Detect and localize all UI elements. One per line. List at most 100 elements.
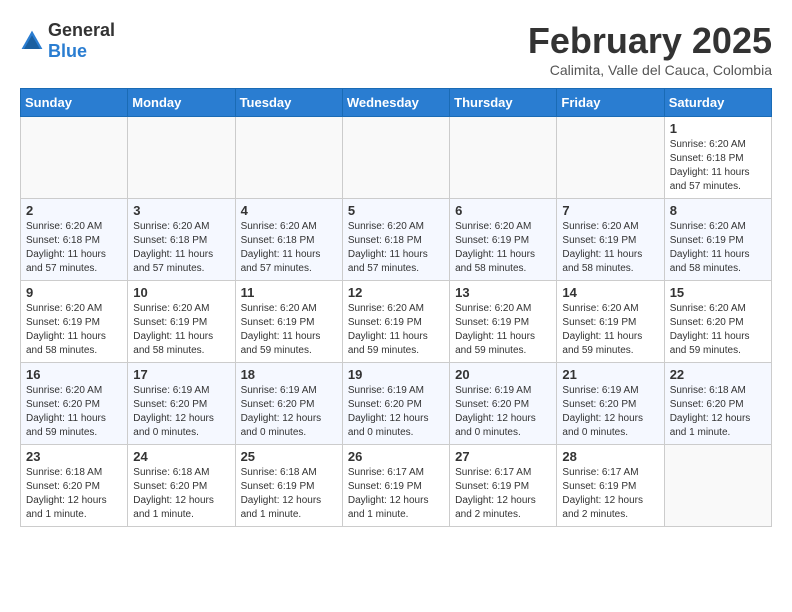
calendar-table: SundayMondayTuesdayWednesdayThursdayFrid… <box>20 88 772 527</box>
day-cell: 27 Sunrise: 6:17 AM Sunset: 6:19 PM Dayli… <box>450 445 557 527</box>
day-number: 8 <box>670 203 766 218</box>
day-cell: 2 Sunrise: 6:20 AM Sunset: 6:18 PM Daylig… <box>21 199 128 281</box>
day-number: 12 <box>348 285 444 300</box>
day-cell: 3Sunrise: 6:20 AM Sunset: 6:18 PM Daylig… <box>128 199 235 281</box>
day-info: Sunrise: 6:20 AM Sunset: 6:19 PM Dayligh… <box>455 220 551 276</box>
weekday-header-friday: Friday <box>557 89 664 117</box>
day-info: Sunrise: 6:18 AM Sunset: 6:20 PM Dayligh… <box>133 466 229 522</box>
logo: General Blue <box>20 20 115 62</box>
day-info: Sunrise: 6:20 AM Sunset: 6:18 PM Dayligh… <box>26 220 122 276</box>
day-number: 10 <box>133 285 229 300</box>
day-info: Sunrise: 6:17 AM Sunset: 6:19 PM Dayligh… <box>348 466 444 522</box>
day-info: Sunrise: 6:19 AM Sunset: 6:20 PM Dayligh… <box>348 384 444 440</box>
day-cell <box>450 117 557 199</box>
day-number: 5 <box>348 203 444 218</box>
day-info: Sunrise: 6:20 AM Sunset: 6:18 PM Dayligh… <box>670 138 766 194</box>
day-info: Sunrise: 6:19 AM Sunset: 6:20 PM Dayligh… <box>241 384 337 440</box>
day-cell: 17 Sunrise: 6:19 AM Sunset: 6:20 PM Dayli… <box>128 363 235 445</box>
day-number: 19 <box>348 367 444 382</box>
day-number: 16 <box>26 367 122 382</box>
day-cell: 5 Sunrise: 6:20 AM Sunset: 6:18 PM Daylig… <box>342 199 449 281</box>
day-number: 23 <box>26 449 122 464</box>
weekday-header-sunday: Sunday <box>21 89 128 117</box>
day-number: 24 <box>133 449 229 464</box>
day-cell: 11 Sunrise: 6:20 AM Sunset: 6:19 PM Dayli… <box>235 281 342 363</box>
day-cell <box>664 445 771 527</box>
day-info: Sunrise: 6:18 AM Sunset: 6:20 PM Dayligh… <box>26 466 122 522</box>
logo-text: General Blue <box>48 20 115 62</box>
day-info: Sunrise: 6:18 AM Sunset: 6:20 PM Dayligh… <box>670 384 766 440</box>
day-cell: 13Sunrise: 6:20 AM Sunset: 6:19 PM Dayli… <box>450 281 557 363</box>
day-info: Sunrise: 6:17 AM Sunset: 6:19 PM Dayligh… <box>562 466 658 522</box>
location-subtitle: Calimita, Valle del Cauca, Colombia <box>528 62 772 78</box>
day-number: 17 <box>133 367 229 382</box>
day-cell: 25 Sunrise: 6:18 AM Sunset: 6:19 PM Dayli… <box>235 445 342 527</box>
week-row-1: 1Sunrise: 6:20 AM Sunset: 6:18 PM Daylig… <box>21 117 772 199</box>
day-number: 4 <box>241 203 337 218</box>
day-number: 13 <box>455 285 551 300</box>
weekday-header-row: SundayMondayTuesdayWednesdayThursdayFrid… <box>21 89 772 117</box>
weekday-header-tuesday: Tuesday <box>235 89 342 117</box>
day-number: 26 <box>348 449 444 464</box>
day-number: 9 <box>26 285 122 300</box>
day-cell <box>342 117 449 199</box>
day-cell: 8 Sunrise: 6:20 AM Sunset: 6:19 PM Daylig… <box>664 199 771 281</box>
day-cell: 26 Sunrise: 6:17 AM Sunset: 6:19 PM Dayli… <box>342 445 449 527</box>
day-cell: 1Sunrise: 6:20 AM Sunset: 6:18 PM Daylig… <box>664 117 771 199</box>
week-row-5: 23 Sunrise: 6:18 AM Sunset: 6:20 PM Dayli… <box>21 445 772 527</box>
day-cell <box>128 117 235 199</box>
day-number: 27 <box>455 449 551 464</box>
day-info: Sunrise: 6:20 AM Sunset: 6:19 PM Dayligh… <box>670 220 766 276</box>
day-number: 22 <box>670 367 766 382</box>
day-number: 20 <box>455 367 551 382</box>
day-number: 14 <box>562 285 658 300</box>
day-cell: 23 Sunrise: 6:18 AM Sunset: 6:20 PM Dayli… <box>21 445 128 527</box>
day-cell <box>21 117 128 199</box>
week-row-4: 16 Sunrise: 6:20 AM Sunset: 6:20 PM Dayli… <box>21 363 772 445</box>
weekday-header-thursday: Thursday <box>450 89 557 117</box>
day-info: Sunrise: 6:20 AM Sunset: 6:19 PM Dayligh… <box>133 302 229 358</box>
day-cell: 16 Sunrise: 6:20 AM Sunset: 6:20 PM Dayli… <box>21 363 128 445</box>
day-info: Sunrise: 6:20 AM Sunset: 6:19 PM Dayligh… <box>241 302 337 358</box>
month-title: February 2025 <box>528 20 772 62</box>
weekday-header-wednesday: Wednesday <box>342 89 449 117</box>
day-cell: 15 Sunrise: 6:20 AM Sunset: 6:20 PM Dayli… <box>664 281 771 363</box>
day-number: 11 <box>241 285 337 300</box>
day-info: Sunrise: 6:20 AM Sunset: 6:18 PM Dayligh… <box>348 220 444 276</box>
day-cell <box>557 117 664 199</box>
day-cell: 28 Sunrise: 6:17 AM Sunset: 6:19 PM Dayli… <box>557 445 664 527</box>
day-number: 18 <box>241 367 337 382</box>
day-number: 6 <box>455 203 551 218</box>
day-cell <box>235 117 342 199</box>
day-number: 15 <box>670 285 766 300</box>
day-number: 25 <box>241 449 337 464</box>
page-header: General Blue February 2025 Calimita, Val… <box>20 20 772 78</box>
day-info: Sunrise: 6:20 AM Sunset: 6:19 PM Dayligh… <box>562 302 658 358</box>
day-cell: 7 Sunrise: 6:20 AM Sunset: 6:19 PM Daylig… <box>557 199 664 281</box>
day-number: 2 <box>26 203 122 218</box>
day-cell: 14 Sunrise: 6:20 AM Sunset: 6:19 PM Dayli… <box>557 281 664 363</box>
day-info: Sunrise: 6:20 AM Sunset: 6:20 PM Dayligh… <box>26 384 122 440</box>
day-cell: 9 Sunrise: 6:20 AM Sunset: 6:19 PM Daylig… <box>21 281 128 363</box>
day-info: Sunrise: 6:18 AM Sunset: 6:19 PM Dayligh… <box>241 466 337 522</box>
day-number: 28 <box>562 449 658 464</box>
day-cell: 18 Sunrise: 6:19 AM Sunset: 6:20 PM Dayli… <box>235 363 342 445</box>
day-info: Sunrise: 6:19 AM Sunset: 6:20 PM Dayligh… <box>562 384 658 440</box>
day-info: Sunrise: 6:19 AM Sunset: 6:20 PM Dayligh… <box>133 384 229 440</box>
day-info: Sunrise: 6:20 AM Sunset: 6:20 PM Dayligh… <box>670 302 766 358</box>
day-info: Sunrise: 6:20 AM Sunset: 6:18 PM Dayligh… <box>133 220 229 276</box>
day-cell: 20 Sunrise: 6:19 AM Sunset: 6:20 PM Dayli… <box>450 363 557 445</box>
weekday-header-saturday: Saturday <box>664 89 771 117</box>
title-block: February 2025 Calimita, Valle del Cauca,… <box>528 20 772 78</box>
day-info: Sunrise: 6:20 AM Sunset: 6:19 PM Dayligh… <box>26 302 122 358</box>
day-number: 7 <box>562 203 658 218</box>
day-cell: 10 Sunrise: 6:20 AM Sunset: 6:19 PM Dayli… <box>128 281 235 363</box>
day-info: Sunrise: 6:17 AM Sunset: 6:19 PM Dayligh… <box>455 466 551 522</box>
day-cell: 22 Sunrise: 6:18 AM Sunset: 6:20 PM Dayli… <box>664 363 771 445</box>
logo-icon <box>20 29 44 53</box>
day-info: Sunrise: 6:19 AM Sunset: 6:20 PM Dayligh… <box>455 384 551 440</box>
week-row-2: 2 Sunrise: 6:20 AM Sunset: 6:18 PM Daylig… <box>21 199 772 281</box>
day-number: 21 <box>562 367 658 382</box>
day-cell: 19 Sunrise: 6:19 AM Sunset: 6:20 PM Dayli… <box>342 363 449 445</box>
day-info: Sunrise: 6:20 AM Sunset: 6:19 PM Dayligh… <box>562 220 658 276</box>
